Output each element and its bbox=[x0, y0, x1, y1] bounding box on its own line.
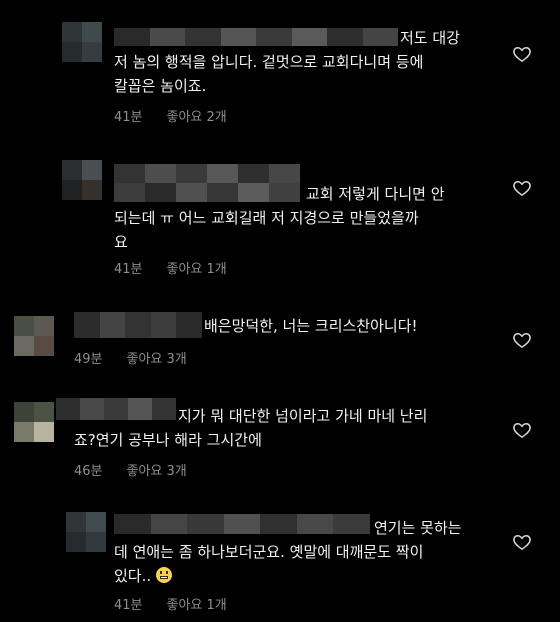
grimacing-face-emoji bbox=[155, 567, 172, 583]
comment-text: 지가 뭐 대단한 넘이라고 가네 마네 난리 bbox=[178, 407, 428, 425]
timestamp: 49분 bbox=[74, 352, 103, 367]
comment-text: 저도 대강 bbox=[400, 29, 460, 47]
comment-text-tail: 있다.. bbox=[114, 567, 152, 585]
timestamp: 46분 bbox=[74, 464, 103, 479]
avatar[interactable] bbox=[14, 316, 54, 356]
likes-count[interactable]: 좋아요 3개 bbox=[127, 348, 187, 367]
heart-icon[interactable] bbox=[512, 44, 532, 64]
likes-count[interactable]: 좋아요 2개 bbox=[167, 106, 227, 125]
comment-meta: 49분 좋아요 3개 bbox=[74, 348, 187, 367]
likes-count[interactable]: 좋아요 3개 bbox=[127, 460, 187, 479]
comment-meta: 41분 좋아요 1개 bbox=[114, 258, 227, 277]
comment-text: 연기는 못하는 bbox=[374, 519, 462, 537]
comment-text: 죠?연기 공부나 해라 그시간에 bbox=[74, 431, 262, 449]
timestamp: 41분 bbox=[114, 262, 143, 277]
comment-text: 있다.. bbox=[114, 564, 172, 588]
avatar[interactable] bbox=[62, 160, 102, 200]
heart-icon[interactable] bbox=[512, 330, 532, 350]
heart-icon[interactable] bbox=[512, 420, 532, 440]
comment-text: 저 놈의 행적을 압니다. 겉멋으로 교회다니며 등에 bbox=[114, 53, 424, 71]
heart-icon[interactable] bbox=[512, 532, 532, 552]
comment-meta: 46분 좋아요 3개 bbox=[74, 460, 187, 479]
comment-meta: 41분 좋아요 2개 bbox=[114, 106, 227, 125]
username-redacted[interactable] bbox=[114, 28, 398, 46]
heart-icon[interactable] bbox=[512, 178, 532, 198]
username-redacted[interactable] bbox=[74, 312, 202, 338]
username-redacted[interactable] bbox=[114, 164, 300, 202]
likes-count[interactable]: 좋아요 1개 bbox=[167, 594, 227, 613]
timestamp: 41분 bbox=[114, 110, 143, 125]
comment-text: 되는데 ㅠ 어느 교회길래 저 지경으로 만들었을까 bbox=[114, 209, 419, 227]
comment-text: 칼꼽은 놈이죠. bbox=[114, 77, 207, 95]
username-redacted[interactable] bbox=[114, 514, 371, 534]
comment-text: 데 연애는 좀 하나보더군요. 옛말에 대깨문도 짝이 bbox=[114, 543, 424, 561]
avatar[interactable] bbox=[14, 402, 54, 442]
comment-text: 요 bbox=[114, 233, 128, 251]
comment-text: 배은망덕한, 너는 크리스찬아니다! bbox=[204, 317, 418, 335]
avatar[interactable] bbox=[66, 512, 106, 552]
username-redacted[interactable] bbox=[56, 398, 176, 420]
comment-text: 교회 저렇게 다니면 안 bbox=[306, 185, 445, 203]
timestamp: 41분 bbox=[114, 598, 143, 613]
comment-meta: 41분 좋아요 1개 bbox=[114, 594, 227, 613]
likes-count[interactable]: 좋아요 1개 bbox=[167, 258, 227, 277]
avatar[interactable] bbox=[62, 22, 102, 62]
